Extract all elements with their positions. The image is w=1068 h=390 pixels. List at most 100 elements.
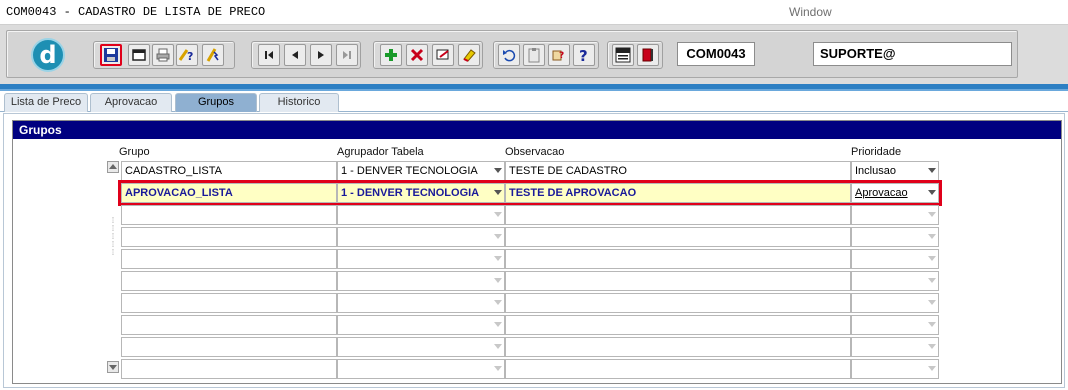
prioridade-select[interactable] [851,315,939,335]
agrupador-select[interactable] [337,359,505,379]
chevron-down-icon [928,344,936,349]
next-record-button[interactable] [310,44,332,66]
prioridade-select[interactable] [851,271,939,291]
grupo-field[interactable] [121,205,337,225]
clipboard-icon [528,48,540,63]
observacao-field[interactable] [505,293,851,313]
svg-text:?: ? [187,50,193,63]
last-record-button[interactable] [336,44,358,66]
observacao-field[interactable]: TESTE DE CADASTRO [505,161,851,181]
prioridade-select[interactable] [851,293,939,313]
help-query-button[interactable]: ? [176,44,198,66]
observacao-field[interactable] [505,359,851,379]
toolbar-group-file: ? [93,41,235,69]
exit-button[interactable] [637,44,659,66]
menu-button[interactable] [612,44,634,66]
print-button[interactable] [152,44,174,66]
chevron-down-icon [928,234,936,239]
agrupador-select[interactable] [337,293,505,313]
agrupador-select[interactable] [337,227,505,247]
prioridade-select[interactable] [851,359,939,379]
grupo-field[interactable] [121,227,337,247]
observacao-field[interactable] [505,271,851,291]
grupo-field[interactable] [121,337,337,357]
first-record-button[interactable] [258,44,280,66]
chevron-down-icon [494,366,502,371]
scroll-up-button[interactable] [107,161,119,173]
tab-aprovacao[interactable]: Aprovacao [90,93,172,112]
toolbar-group-exit [607,41,663,69]
selected-row-highlight [118,180,942,206]
observacao-field[interactable] [505,227,851,247]
save-button[interactable] [100,44,122,66]
chevron-down-icon [494,212,502,217]
prioridade-select[interactable]: Inclusao [851,161,939,181]
tab-historico[interactable]: Historico [259,93,339,112]
insert-record-button[interactable] [380,44,402,66]
tab-grupos[interactable]: Grupos [175,93,257,112]
chevron-down-icon [494,344,502,349]
previous-record-button[interactable] [284,44,306,66]
chevron-down-icon [928,278,936,283]
agrupador-select[interactable] [337,249,505,269]
execute-query-button[interactable] [202,44,224,66]
scroll-down-button[interactable] [107,361,119,373]
grupo-field[interactable] [121,359,337,379]
help-button[interactable]: ? [573,44,595,66]
chevron-down-icon [494,256,502,261]
observacao-field[interactable] [505,315,851,335]
observacao-field[interactable] [505,205,851,225]
menu-bar: COM0043 - CADASTRO DE LISTA DE PRECO Win… [0,0,1068,24]
denver-logo: d [31,38,65,72]
clear-record-button[interactable] [458,44,480,66]
agrupador-select[interactable] [337,271,505,291]
grupo-field[interactable] [121,249,337,269]
chevron-down-icon [928,212,936,217]
menu-window[interactable]: Window [789,5,832,19]
window-button[interactable] [128,44,150,66]
observacao-field[interactable] [505,337,851,357]
paste-button[interactable] [523,44,545,66]
prioridade-value: Inclusao [855,165,896,177]
toolbar-area: d ? ? ? COM0043 SUPORTE@ [0,24,1068,84]
delete-record-button[interactable] [406,44,428,66]
toolbar-group-records [373,41,483,69]
toolbar: d ? ? ? COM0043 SUPORTE@ [6,30,1018,78]
chevron-down-icon [494,300,502,305]
toolbar-group-edit: ? ? [493,41,599,69]
hand-pointer-icon: ? [552,50,564,61]
chevron-down-icon [494,278,502,283]
prioridade-select[interactable] [851,205,939,225]
menu-icon [615,47,631,63]
prioridade-select[interactable] [851,227,939,247]
grupo-field[interactable] [121,271,337,291]
grupo-field[interactable]: CADASTRO_LISTA [121,161,337,181]
tab-bar: Lista de Preco Aprovacao Grupos Historic… [0,91,1068,112]
duplicate-record-button[interactable] [432,44,454,66]
observacao-field[interactable] [505,249,851,269]
agrupador-select[interactable] [337,337,505,357]
column-header-agrupador: Agrupador Tabela [337,146,424,158]
last-record-icon [343,51,351,59]
agrupador-select[interactable]: 1 - DENVER TECNOLOGIA [337,161,505,181]
record-copy-icon [436,49,449,60]
printer-icon [156,48,170,62]
query-help-icon: ? [178,49,193,63]
column-header-observacao: Observacao [505,146,565,158]
undo-button[interactable] [498,44,520,66]
window-icon [132,49,146,61]
column-header-grupo: Grupo [119,146,150,158]
agrupador-select[interactable] [337,205,505,225]
prioridade-select[interactable] [851,337,939,357]
agrupador-select[interactable] [337,315,505,335]
prioridade-select[interactable] [851,249,939,269]
list-values-button[interactable]: ? [548,44,570,66]
agrupador-value: 1 - DENVER TECNOLOGIA [341,165,478,177]
lightning-icon [206,48,219,62]
tab-lista-de-preco[interactable]: Lista de Preco [4,93,88,112]
grupo-field[interactable] [121,293,337,313]
scroll-up-icon [109,164,117,169]
next-record-icon [318,51,324,59]
logo-letter: d [39,41,57,69]
grupo-field[interactable] [121,315,337,335]
